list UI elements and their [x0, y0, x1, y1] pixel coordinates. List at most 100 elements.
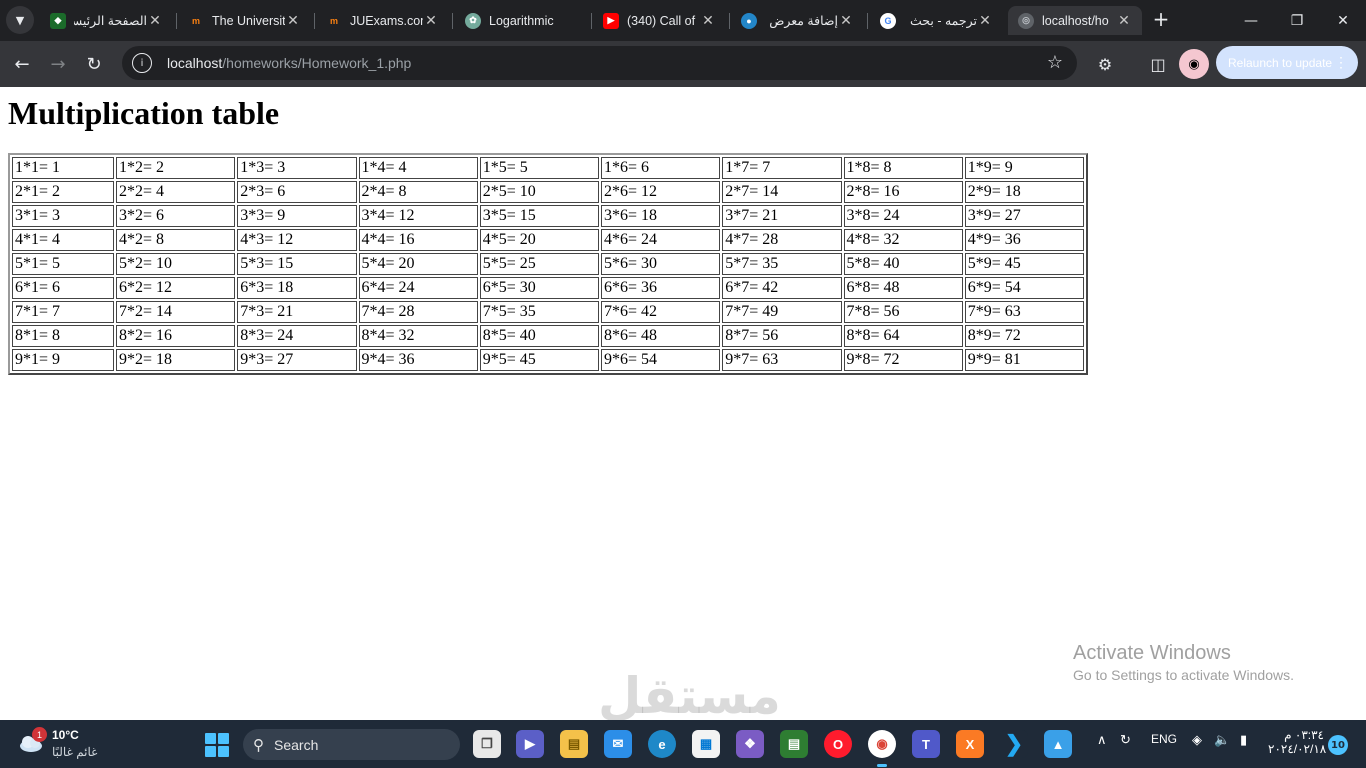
notification-badge[interactable]: 10 — [1328, 735, 1348, 755]
address-bar[interactable]: i localhost/homeworks/Homework_1.php ☆ — [122, 46, 1077, 80]
close-tab-icon[interactable]: ✕ — [1116, 12, 1132, 29]
more-menu-icon[interactable]: ⋮ — [1334, 54, 1348, 71]
youtube-icon: ▶ — [603, 12, 619, 29]
tab-separator — [452, 13, 453, 29]
table-cell: 4*2= 8 — [116, 229, 236, 251]
table-cell: 1*2= 2 — [116, 157, 236, 179]
extensions-icon[interactable]: ⚙ — [1091, 50, 1119, 78]
table-cell: 1*5= 5 — [479, 157, 599, 179]
table-cell: 4*5= 20 — [479, 229, 599, 251]
system-clock[interactable]: ٠٣:٣٤ م ٢٠٢٤/٠٢/١٨ — [1268, 728, 1326, 756]
table-cell: 9*4= 36 — [358, 349, 478, 371]
battery-icon[interactable]: ▮ — [1240, 732, 1247, 748]
tab-ju-home[interactable]: ◆ الصفحة الرئيسية ✕ — [40, 6, 173, 35]
page-title: Multiplication table — [8, 95, 280, 131]
tab-separator — [176, 13, 177, 29]
wifi-icon[interactable]: ◈ — [1192, 732, 1202, 748]
copilot-icon[interactable]: ❖ — [736, 730, 764, 758]
start-button[interactable] — [205, 733, 229, 757]
table-cell: 8*4= 32 — [358, 325, 478, 347]
tab-university[interactable]: m The University ✕ — [178, 6, 311, 35]
chart-app-icon[interactable]: ▤ — [780, 730, 808, 758]
vscode-icon[interactable]: ❯ — [1000, 730, 1028, 758]
table-cell: 9*1= 9 — [12, 349, 114, 371]
table-row: 1*1= 1 1*2= 2 1*3= 3 1*4= 4 1*5= 5 1*6= 6 1*7=… — [12, 157, 1084, 179]
weather-temperature[interactable]: 10°C — [52, 728, 79, 742]
table-cell: 8*7= 56 — [722, 325, 842, 347]
store-icon[interactable]: ▦ — [692, 730, 720, 758]
forward-button[interactable]: → — [44, 50, 72, 78]
bookmark-star-icon[interactable]: ☆ — [1047, 52, 1063, 73]
tab-juexams[interactable]: m JUExams.com ✕ — [316, 6, 449, 35]
profile-avatar[interactable]: ◉ — [1179, 49, 1209, 79]
file-explorer-icon[interactable]: ▤ — [560, 730, 588, 758]
close-window-button[interactable]: ✕ — [1320, 0, 1366, 41]
reload-button[interactable]: ↻ — [80, 50, 108, 78]
language-indicator[interactable]: ENG — [1151, 732, 1177, 746]
table-cell: 1*9= 9 — [964, 157, 1084, 179]
table-cell: 8*8= 64 — [843, 325, 963, 347]
table-cell: 7*4= 28 — [358, 301, 478, 323]
close-tab-icon[interactable]: ✕ — [423, 12, 439, 29]
tab-youtube[interactable]: ▶ (340) Call of ✕ — [593, 6, 726, 35]
tab-localhost[interactable]: ◎ localhost/ho ✕ — [1008, 6, 1142, 35]
table-cell: 2*3= 6 — [237, 181, 357, 203]
sync-icon[interactable]: ↻ — [1120, 732, 1131, 748]
chrome-icon[interactable]: ◉ — [868, 730, 896, 767]
tab-separator — [729, 13, 730, 29]
weather-description[interactable]: غائم غالبًا — [52, 745, 97, 759]
table-cell: 9*3= 27 — [237, 349, 357, 371]
table-cell: 1*3= 3 — [237, 157, 357, 179]
table-cell: 2*6= 12 — [601, 181, 721, 203]
teams-meet-icon[interactable]: ▶ — [516, 730, 544, 758]
tab-mostaql[interactable]: ● إضافة معرض ✕ — [731, 6, 864, 35]
table-cell: 3*9= 27 — [964, 205, 1084, 227]
table-cell: 9*9= 81 — [964, 349, 1084, 371]
windows-taskbar: 1 10°C غائم غالبًا ⚲ Search ❐ ▶ ▤ ✉ e ▦ … — [0, 720, 1366, 768]
site-info-icon[interactable]: i — [132, 53, 152, 73]
tab-search-button[interactable]: ▼ — [6, 6, 34, 34]
close-tab-icon[interactable]: ✕ — [977, 12, 993, 29]
photos-icon[interactable]: ▲ — [1044, 730, 1072, 758]
task-view-icon[interactable]: ❐ — [473, 730, 501, 758]
new-tab-button[interactable]: + — [1150, 6, 1172, 34]
opera-icon[interactable]: O — [824, 730, 852, 758]
tray-overflow-icon[interactable]: ∧ — [1097, 732, 1107, 748]
ju-logo-icon: ◆ — [50, 12, 66, 29]
close-tab-icon[interactable]: ✕ — [700, 12, 716, 29]
table-cell: 4*9= 36 — [964, 229, 1084, 251]
xampp-icon[interactable]: X — [956, 730, 984, 758]
speaker-muted-icon[interactable]: 🔈 — [1214, 732, 1230, 748]
mail-icon[interactable]: ✉ — [604, 730, 632, 758]
table-cell: 9*5= 45 — [479, 349, 599, 371]
teams-icon[interactable]: T — [912, 730, 940, 758]
minimize-button[interactable]: — — [1228, 0, 1274, 41]
table-cell: 2*8= 16 — [843, 181, 963, 203]
table-cell: 6*7= 42 — [722, 277, 842, 299]
table-cell: 5*7= 35 — [722, 253, 842, 275]
tab-separator — [867, 13, 868, 29]
table-cell: 8*3= 24 — [237, 325, 357, 347]
relaunch-update-button[interactable]: Relaunch to update ⋮ — [1216, 46, 1358, 79]
restore-button[interactable]: ❐ — [1274, 0, 1320, 41]
side-panel-icon[interactable]: ◫ — [1144, 50, 1172, 78]
table-cell: 5*2= 10 — [116, 253, 236, 275]
close-tab-icon[interactable]: ✕ — [285, 12, 301, 29]
edge-icon[interactable]: e — [648, 730, 676, 758]
table-cell: 3*7= 21 — [722, 205, 842, 227]
url-text[interactable]: localhost/homeworks/Homework_1.php — [167, 55, 411, 71]
table-cell: 8*9= 72 — [964, 325, 1084, 347]
close-tab-icon[interactable]: ✕ — [838, 12, 854, 29]
search-icon: ⚲ — [253, 736, 264, 754]
table-cell: 2*1= 2 — [12, 181, 114, 203]
table-cell: 3*2= 6 — [116, 205, 236, 227]
close-tab-icon[interactable]: ✕ — [147, 12, 163, 29]
tab-google-translate[interactable]: G ترجمه - بحث ✕ — [870, 6, 1003, 35]
taskbar-search[interactable]: ⚲ Search — [243, 729, 460, 760]
back-button[interactable]: ← — [8, 50, 36, 78]
tab-logarithmic[interactable]: ✿ Logarithmic — [455, 6, 588, 35]
table-row: 9*1= 9 9*2= 18 9*3= 27 9*4= 36 9*5= 45 9*6= 5… — [12, 349, 1084, 371]
table-body: 1*1= 1 1*2= 2 1*3= 3 1*4= 4 1*5= 5 1*6= 6 1*7=… — [12, 157, 1084, 371]
table-cell: 8*6= 48 — [601, 325, 721, 347]
avatar-icon: ◉ — [1188, 56, 1200, 72]
